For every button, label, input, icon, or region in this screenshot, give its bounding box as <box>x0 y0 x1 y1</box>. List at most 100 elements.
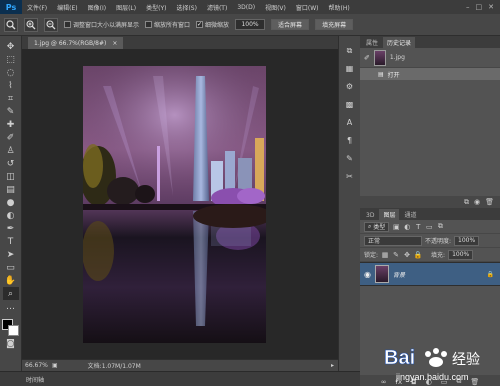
tool-presets-icon[interactable]: ✂ <box>342 170 357 183</box>
history-brush-tool-icon[interactable]: ↺ <box>3 157 19 170</box>
pen-tool-icon[interactable]: ✒ <box>3 222 19 235</box>
character-panel-icon[interactable]: A <box>342 116 357 129</box>
eyedropper-tool-icon[interactable]: ✎ <box>3 105 19 118</box>
menu-help[interactable]: 帮助(H) <box>324 3 355 12</box>
menu-edit[interactable]: 编辑(E) <box>52 3 82 12</box>
timeline-bar[interactable]: 时间轴 <box>0 371 360 386</box>
move-tool-icon[interactable]: ✥ <box>3 40 19 53</box>
properties-panel-icon[interactable]: ▦ <box>342 62 357 75</box>
canvas-area[interactable] <box>22 49 338 359</box>
minimize-button[interactable]: – <box>466 3 470 11</box>
camera-icon[interactable]: ◉ <box>474 198 480 206</box>
lock-position-icon[interactable]: ✥ <box>403 251 411 259</box>
rectangle-tool-icon[interactable]: ▭ <box>3 261 19 274</box>
paragraph-panel-icon[interactable]: ¶ <box>342 134 357 147</box>
dodge-tool-icon[interactable]: ◐ <box>3 209 19 222</box>
link-layers-icon[interactable]: ∞ <box>381 378 387 386</box>
history-panel-icon[interactable]: ⧉ <box>342 44 357 57</box>
zoom-tool-icon[interactable] <box>4 17 18 32</box>
menu-view[interactable]: 视图(V) <box>260 3 291 12</box>
lock-transparent-icon[interactable]: ▦ <box>381 251 389 259</box>
tab-layers[interactable]: 图层 <box>379 209 400 220</box>
menu-type[interactable]: 类型(Y) <box>141 3 171 12</box>
document-image[interactable] <box>83 66 266 343</box>
visibility-eye-icon[interactable]: ◉ <box>364 270 371 279</box>
quick-mask-icon[interactable]: ◙ <box>3 337 19 350</box>
new-group-icon[interactable]: ▭ <box>441 378 448 386</box>
blur-tool-icon[interactable]: ● <box>3 196 19 209</box>
tab-channels[interactable]: 通道 <box>400 209 421 220</box>
close-button[interactable]: ✕ <box>488 3 494 11</box>
quick-select-tool-icon[interactable]: ⌇ <box>3 79 19 92</box>
close-tab-icon[interactable]: × <box>112 40 117 47</box>
marquee-tool-icon[interactable]: ⬚ <box>3 53 19 66</box>
document-size-readout[interactable]: 文档:1.07M/1.07M <box>58 361 141 370</box>
maximize-button[interactable]: □ <box>476 3 483 11</box>
layer-filter-select[interactable]: ⌕ 类型 <box>364 221 390 232</box>
filter-pixel-icon[interactable]: ▣ <box>392 223 400 231</box>
brush-presets-icon[interactable]: ✎ <box>342 152 357 165</box>
checkbox-box[interactable] <box>145 21 153 28</box>
blend-mode-select[interactable]: 正常 <box>364 235 422 246</box>
zoom-all-windows-checkbox[interactable]: 缩放所有窗口 <box>145 20 190 29</box>
add-mask-icon[interactable]: ◘ <box>411 378 417 386</box>
menu-image[interactable]: 图像(I) <box>83 3 111 12</box>
opacity-field[interactable]: 100% <box>454 235 480 246</box>
zoom-in-icon[interactable] <box>24 17 38 32</box>
menu-filter[interactable]: 滤镜(T) <box>202 3 232 12</box>
new-layer-icon[interactable]: ⧉ <box>456 377 461 386</box>
fill-field[interactable]: 100% <box>448 249 474 260</box>
eraser-tool-icon[interactable]: ◫ <box>3 170 19 183</box>
resize-windows-checkbox[interactable]: 调整窗口大小以满屏显示 <box>64 20 139 29</box>
type-tool-icon[interactable]: T <box>3 235 19 248</box>
menu-window[interactable]: 窗口(W) <box>291 3 324 12</box>
swatches-panel-icon[interactable]: ▩ <box>342 98 357 111</box>
history-brush-source-icon[interactable]: ✐ <box>364 54 370 62</box>
layer-style-icon[interactable]: fx <box>396 378 403 386</box>
timeline-label[interactable]: 时间轴 <box>26 375 44 384</box>
lock-all-icon[interactable]: 🔒 <box>414 251 423 259</box>
filter-adjust-icon[interactable]: ◐ <box>403 223 411 231</box>
hand-tool-icon[interactable]: ✋ <box>3 274 19 287</box>
lock-image-icon[interactable]: ✎ <box>392 251 400 259</box>
checkbox-checked[interactable]: ✓ <box>196 21 204 28</box>
new-document-from-state-icon[interactable]: ⧉ <box>464 198 469 207</box>
crop-tool-icon[interactable]: ⌗ <box>3 92 19 105</box>
tab-history[interactable]: 历史记录 <box>383 37 416 48</box>
more-tools-icon[interactable]: … <box>3 300 19 313</box>
menu-3d[interactable]: 3D(D) <box>232 4 260 11</box>
zoom-tool-icon[interactable]: ⌕ <box>2 287 19 300</box>
gradient-tool-icon[interactable]: ▤ <box>3 183 19 196</box>
healing-brush-tool-icon[interactable]: ✚ <box>3 118 19 131</box>
fit-screen-button[interactable]: 适合屏幕 <box>271 19 310 30</box>
history-state-open[interactable]: ▤ 打开 <box>360 68 500 80</box>
checkbox-box[interactable] <box>64 21 71 28</box>
menu-file[interactable]: 文件(F) <box>22 3 52 12</box>
adjustments-panel-icon[interactable]: ⚙ <box>342 80 357 93</box>
history-snapshot[interactable]: ✐ 1.jpg <box>360 48 500 68</box>
background-color[interactable] <box>7 325 19 336</box>
color-swatches[interactable] <box>1 319 20 337</box>
zoom-out-icon[interactable] <box>44 17 58 32</box>
clone-stamp-tool-icon[interactable]: ♙ <box>3 144 19 157</box>
document-tab[interactable]: 1.jpg @ 66.7%(RGB/8#) × <box>28 37 124 49</box>
brush-tool-icon[interactable]: ✐ <box>3 131 19 144</box>
tab-3d[interactable]: 3D <box>362 211 379 220</box>
scrubby-zoom-checkbox[interactable]: ✓ 细微缩放 <box>196 20 229 29</box>
zoom-readout[interactable]: 66.67% <box>22 362 52 369</box>
filter-smart-icon[interactable]: ⧉ <box>436 222 444 231</box>
zoom-percent-field[interactable]: 100% <box>235 19 266 30</box>
layer-name[interactable]: 背景 <box>393 270 405 279</box>
tab-properties[interactable]: 属性 <box>362 37 383 48</box>
filter-type-icon[interactable]: T <box>414 223 422 231</box>
status-arrow-icon[interactable]: ▸ <box>331 362 338 369</box>
trash-icon[interactable]: 🗑 <box>470 378 479 386</box>
trash-icon[interactable]: 🗑 <box>485 198 494 206</box>
path-selection-tool-icon[interactable]: ➤ <box>3 248 19 261</box>
adjustment-layer-icon[interactable]: ◐ <box>426 378 432 386</box>
menu-select[interactable]: 选择(S) <box>171 3 202 12</box>
filter-shape-icon[interactable]: ▭ <box>425 223 433 231</box>
layer-row-background[interactable]: ◉ 背景 🔒 <box>360 262 500 286</box>
menu-layer[interactable]: 图层(L) <box>111 3 141 12</box>
lasso-tool-icon[interactable]: ◌ <box>3 66 19 79</box>
